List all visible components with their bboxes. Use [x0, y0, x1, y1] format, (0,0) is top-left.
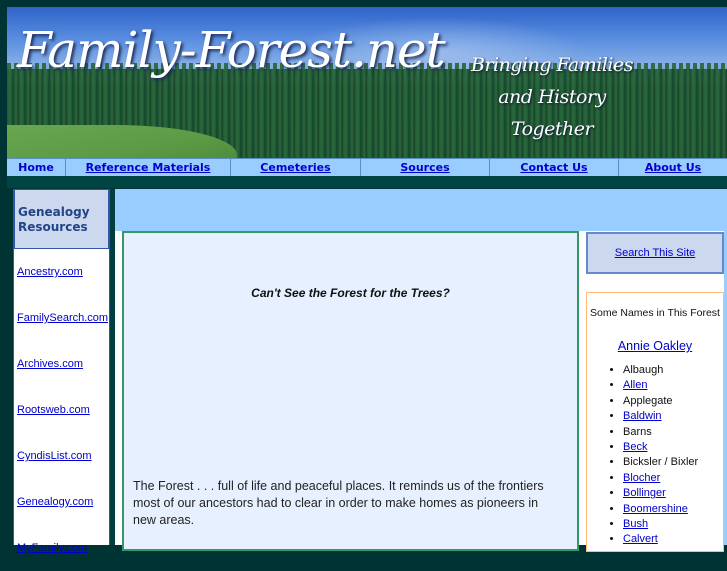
sidebar-link-ancestry[interactable]: Ancestry.com [17, 266, 83, 278]
name-item: Beck [623, 440, 698, 455]
name-item: Baldwin [623, 409, 698, 424]
featured-name: Annie Oakley [587, 335, 723, 354]
sidebar-link-rootsweb[interactable]: Rootsweb.com [17, 404, 90, 416]
divider-strip [7, 176, 727, 188]
name-item: Boomershine [623, 502, 698, 517]
site-title: Family-Forest.net [17, 21, 446, 79]
name-link[interactable]: Bollinger [623, 487, 666, 499]
sidebar-heading: Genealogy Resources [14, 189, 109, 249]
nav-cemeteries[interactable]: Cemeteries [231, 159, 361, 176]
name-text: Albaugh [623, 364, 664, 376]
name-link[interactable]: Boomershine [623, 503, 688, 515]
name-link[interactable]: Calvert [623, 533, 658, 545]
search-panel: Search This Site [586, 232, 724, 274]
name-item: Bush [623, 517, 698, 532]
name-item: Bollinger [623, 486, 698, 501]
sidebar-item: FamilySearch.com [14, 295, 109, 341]
nav-about-us[interactable]: About Us [619, 159, 727, 176]
name-link[interactable]: Allen [623, 379, 647, 391]
sidebar-item: MyFamily.com [14, 525, 109, 571]
sidebar-item: Genealogy.com [14, 479, 109, 525]
sidebar-link-familysearch[interactable]: FamilySearch.com [17, 312, 108, 324]
name-link[interactable]: Baldwin [623, 410, 662, 422]
sidebar: Genealogy Resources Ancestry.com FamilyS… [13, 189, 110, 554]
name-text: Barns [623, 425, 652, 438]
main-header-band [115, 189, 727, 231]
name-link[interactable]: Beck [623, 441, 647, 453]
sidebar-links: Ancestry.com FamilySearch.com Archives.c… [14, 249, 109, 571]
names-panel: Some Names in This Forest Annie Oakley A… [586, 292, 724, 552]
tagline-line: Together [510, 118, 594, 140]
names-list: Albaugh Allen Applegate Baldwin Barns Beck Bic… [587, 363, 698, 548]
tagline-line: and History [498, 86, 606, 108]
search-site-link[interactable]: Search This Site [615, 247, 696, 259]
name-item: Bicksler / Bixler [623, 455, 698, 470]
name-link[interactable]: Blocher [623, 472, 660, 484]
name-item: Blocher [623, 471, 698, 486]
nav-home[interactable]: Home [7, 159, 66, 176]
name-text: Applegate [623, 394, 673, 407]
name-item: Albaugh [623, 363, 698, 378]
content-panel: Can't See the Forest for the Trees? The … [122, 231, 579, 551]
name-item: Barns [623, 425, 698, 440]
sidebar-link-cyndislist[interactable]: CyndisList.com [17, 450, 92, 462]
content-body: The Forest . . . full of life and peacef… [133, 479, 544, 527]
sidebar-item: CyndisList.com [14, 433, 109, 479]
nav-reference-materials[interactable]: Reference Materials [66, 159, 231, 176]
name-text: Bicksler / Bixler [623, 456, 699, 469]
header-banner: Family-Forest.net Bringing Families and … [7, 7, 727, 158]
sidebar-item: Ancestry.com [14, 249, 109, 295]
name-item: Applegate [623, 394, 698, 409]
names-title: Some Names in This Forest [590, 307, 720, 319]
sidebar-link-genealogy[interactable]: Genealogy.com [17, 496, 93, 508]
tagline: Bringing Families and History Together [457, 49, 647, 145]
sidebar-item: Rootsweb.com [14, 387, 109, 433]
sidebar-item: Archives.com [14, 341, 109, 387]
name-link[interactable]: Bush [623, 518, 648, 530]
main-nav: Home Reference Materials Cemeteries Sour… [7, 158, 727, 177]
content-title: Can't See the Forest for the Trees? [251, 286, 450, 300]
nav-contact-us[interactable]: Contact Us [490, 159, 619, 176]
nav-sources[interactable]: Sources [361, 159, 490, 176]
name-item: Allen [623, 378, 698, 393]
name-item: Calvert [623, 532, 698, 547]
sidebar-link-myfamily[interactable]: MyFamily.com [17, 542, 87, 554]
sidebar-link-archives[interactable]: Archives.com [17, 358, 83, 370]
featured-name-link[interactable]: Annie Oakley [618, 339, 692, 353]
tagline-line: Bringing Families [471, 54, 634, 76]
